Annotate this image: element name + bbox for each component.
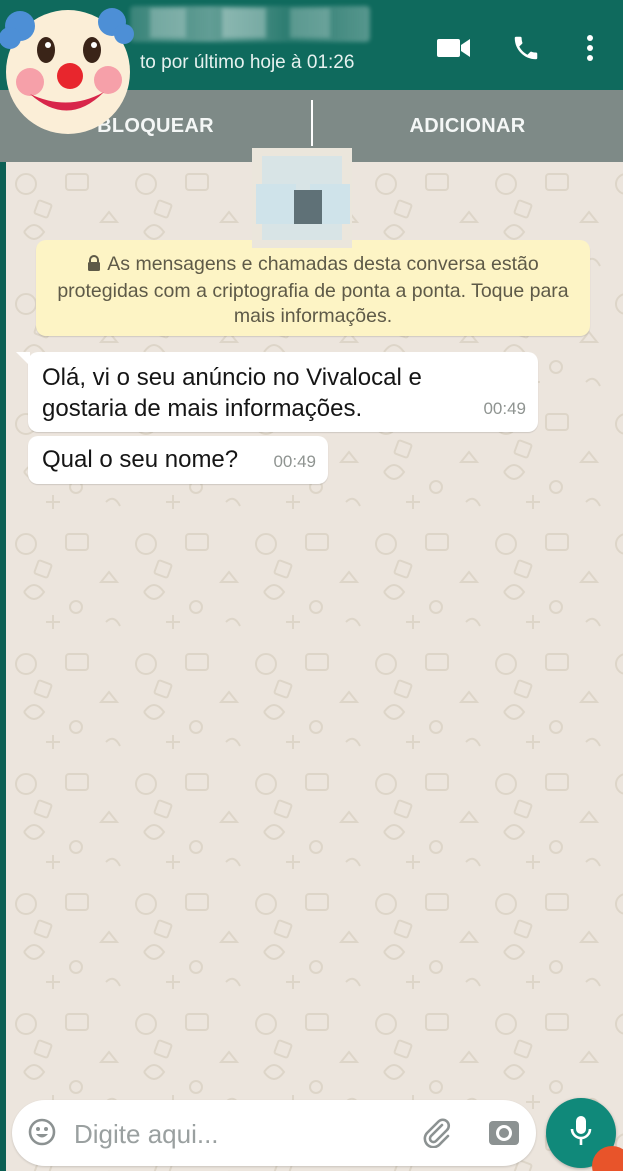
camera-icon[interactable] <box>484 1114 524 1150</box>
action-divider <box>311 100 313 146</box>
encryption-notice[interactable]: As mensagens e chamadas desta conversa e… <box>36 240 590 336</box>
more-vert-icon[interactable] <box>570 28 610 68</box>
video-call-icon[interactable] <box>434 28 474 68</box>
message-time: 00:49 <box>273 452 316 471</box>
app-frame: to por último hoje à 01:26 BLOQUEAR ADIC… <box>0 0 623 1171</box>
add-contact-button[interactable]: ADICIONAR <box>312 90 623 162</box>
message-text: Olá, vi o seu anúncio no Vivalocal e gos… <box>42 364 422 422</box>
microphone-icon <box>568 1114 594 1153</box>
incoming-message[interactable]: Qual o seu nome? 00:49 <box>28 436 328 484</box>
message-input[interactable] <box>74 1116 394 1152</box>
message-time: 00:49 <box>483 399 526 418</box>
encryption-notice-text: As mensagens e chamadas desta conversa e… <box>57 253 569 327</box>
contact-photo-redacted <box>252 148 352 248</box>
message-text: Qual o seu nome? <box>42 446 239 473</box>
clown-avatar[interactable] <box>0 0 140 140</box>
attach-icon[interactable] <box>418 1114 454 1150</box>
emoji-icon[interactable] <box>24 1114 60 1150</box>
contact-name-redacted[interactable] <box>130 6 370 42</box>
last-seen-status: to por último hoje à 01:26 <box>140 52 355 73</box>
lock-icon <box>87 254 101 279</box>
phone-call-icon[interactable] <box>506 28 546 68</box>
incoming-message[interactable]: Olá, vi o seu anúncio no Vivalocal e gos… <box>16 352 538 432</box>
